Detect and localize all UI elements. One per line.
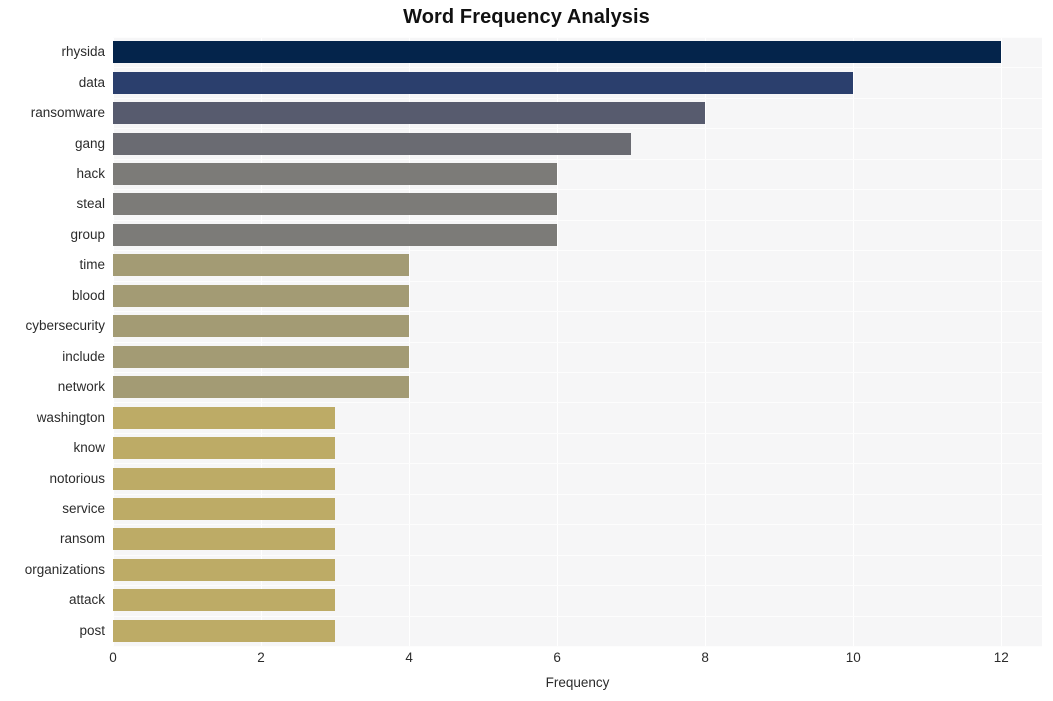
- gridline-horizontal: [113, 371, 1042, 373]
- gridline-horizontal: [113, 341, 1042, 343]
- y-axis-tick-label: washington: [36, 409, 105, 425]
- x-axis-tick-label: 12: [993, 650, 1009, 665]
- x-axis-tick-labels: 0 2 4 6 8 10 12: [0, 650, 1053, 672]
- x-axis-tick-label: 2: [257, 650, 265, 665]
- y-axis-tick-label: ransomware: [30, 105, 105, 121]
- bar: [113, 41, 1002, 64]
- gridline-horizontal: [113, 37, 1042, 38]
- gridline-horizontal: [113, 280, 1042, 282]
- gridline-horizontal: [113, 250, 1042, 252]
- gridline-horizontal: [113, 646, 1042, 647]
- y-axis-tick-label: hack: [76, 166, 105, 182]
- gridline-horizontal: [113, 615, 1042, 617]
- bar: [113, 345, 410, 368]
- gridline-horizontal: [113, 97, 1042, 99]
- y-axis-tick-label: network: [57, 379, 105, 395]
- bar: [113, 376, 410, 399]
- bar: [113, 589, 336, 612]
- bar: [113, 223, 558, 246]
- bar: [113, 163, 558, 186]
- gridline-horizontal: [113, 158, 1042, 160]
- y-axis-tick-label: time: [79, 257, 105, 273]
- gridline-horizontal: [113, 219, 1042, 221]
- bar: [113, 558, 336, 581]
- y-axis-tick-label: gang: [74, 135, 105, 151]
- x-axis-tick-label: 10: [845, 650, 861, 665]
- y-axis-tick-label: ransom: [59, 531, 105, 547]
- y-axis-tick-labels: rhysida data ransomware gang hack steal group t…: [0, 37, 105, 646]
- x-axis-tick-label: 6: [553, 650, 561, 665]
- bar: [113, 497, 336, 520]
- bar: [113, 437, 336, 460]
- x-axis-tick-label: 0: [109, 650, 117, 665]
- y-axis-tick-label: know: [73, 440, 105, 456]
- bar: [113, 284, 410, 307]
- gridline-horizontal: [113, 67, 1042, 69]
- bar: [113, 619, 336, 642]
- y-axis-tick-label: rhysida: [61, 44, 105, 60]
- y-axis-tick-label: blood: [71, 287, 105, 303]
- gridline-horizontal: [113, 554, 1042, 556]
- gridline-horizontal: [113, 311, 1042, 313]
- gridline-horizontal: [113, 189, 1042, 191]
- bar: [113, 102, 706, 125]
- bar: [113, 406, 336, 429]
- y-axis-tick-label: steal: [76, 196, 105, 212]
- gridline-horizontal: [113, 463, 1042, 465]
- gridline-horizontal: [113, 524, 1042, 526]
- y-axis-tick-label: include: [62, 348, 105, 364]
- y-axis-tick-label: attack: [68, 592, 105, 608]
- gridline-horizontal: [113, 585, 1042, 587]
- gridline-horizontal: [113, 432, 1042, 434]
- bar: [113, 71, 854, 94]
- bar: [113, 315, 410, 338]
- y-axis-tick-label: service: [62, 500, 105, 516]
- gridline-horizontal: [113, 493, 1042, 495]
- bar: [113, 254, 410, 277]
- chart-title: Word Frequency Analysis: [403, 6, 650, 28]
- y-axis-tick-label: post: [79, 622, 105, 638]
- gridline-horizontal: [113, 128, 1042, 130]
- y-axis-tick-label: cybersecurity: [25, 318, 105, 334]
- y-axis-tick-label: notorious: [49, 470, 105, 486]
- x-axis-title: Frequency: [545, 675, 610, 690]
- bar: [113, 132, 632, 155]
- bar: [113, 193, 558, 216]
- plot-area: [113, 37, 1042, 647]
- word-frequency-chart: Word Frequency Analysis rhysida data ranso…: [0, 0, 1053, 701]
- bar: [113, 467, 336, 490]
- gridline-horizontal: [113, 402, 1042, 404]
- y-axis-tick-label: organizations: [24, 561, 105, 577]
- x-axis-tick-label: 4: [405, 650, 413, 665]
- y-axis-tick-label: data: [78, 74, 105, 90]
- bar: [113, 528, 336, 551]
- x-axis-tick-label: 8: [701, 650, 709, 665]
- y-axis-tick-label: group: [70, 226, 105, 242]
